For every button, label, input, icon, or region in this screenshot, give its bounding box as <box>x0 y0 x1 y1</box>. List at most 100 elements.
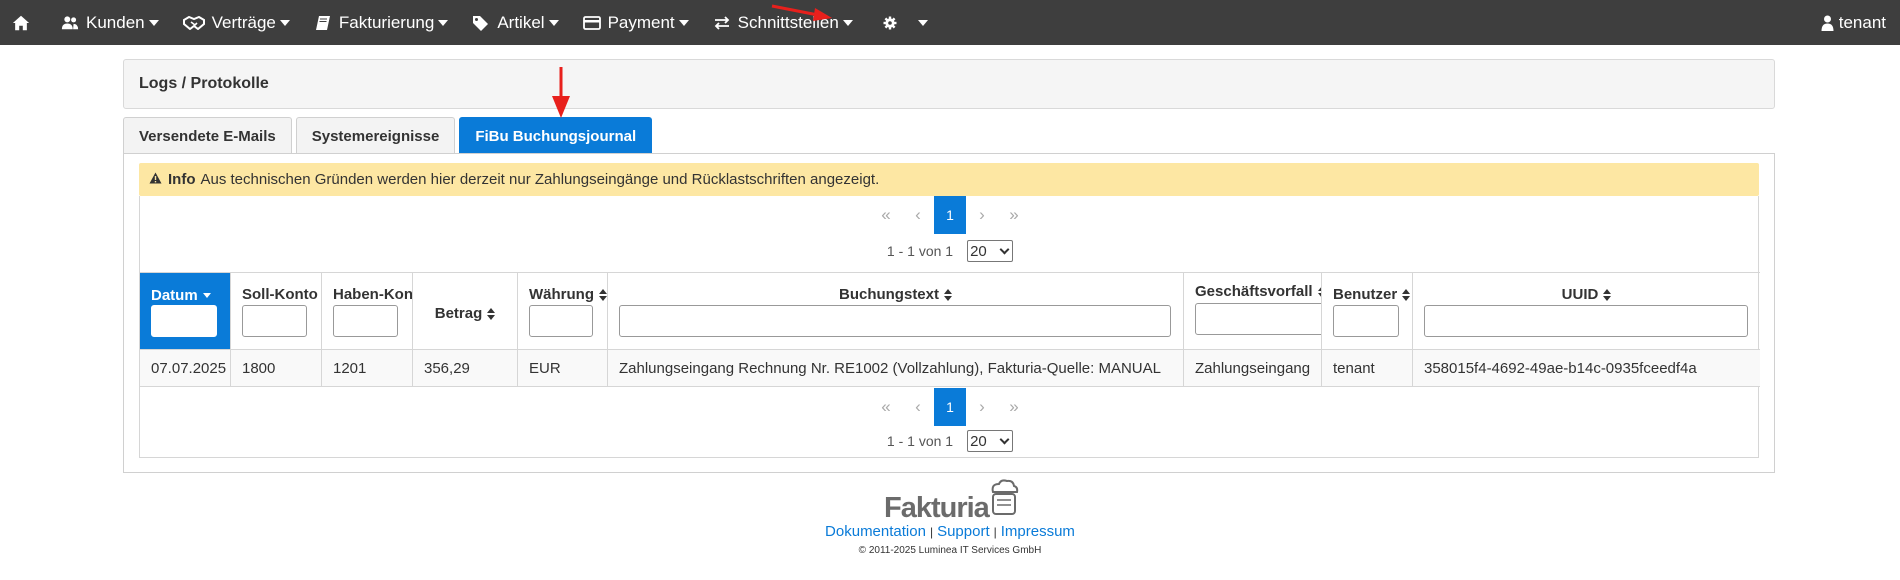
chevron-down-icon <box>279 19 290 26</box>
book-icon <box>314 14 332 32</box>
cell-geschaeftsvorfall: Zahlungseingang <box>1184 350 1322 386</box>
tags-icon <box>472 14 490 32</box>
nav-kunden[interactable]: Kunden <box>49 0 171 45</box>
exchange-icon <box>713 14 731 32</box>
nav-fakturierung[interactable]: Fakturierung <box>302 0 460 45</box>
nav-payment-label: Payment <box>607 12 675 32</box>
chevron-down-icon <box>842 19 853 26</box>
column-label-text: Buchungstext <box>838 286 939 303</box>
column-label-text: Betrag <box>434 305 483 322</box>
filter-input-benutzer[interactable] <box>1333 305 1399 337</box>
chevron-down-icon <box>917 19 928 26</box>
copyright: © 2011-2025 Luminea IT Services GmbH <box>858 545 1042 556</box>
chevron-down-icon <box>438 19 449 26</box>
column-header-datum[interactable]: Datum <box>140 273 231 349</box>
prev-page-icon[interactable]: ‹ <box>902 196 934 234</box>
cloud-icon <box>987 478 1019 521</box>
settings-menu[interactable] <box>865 0 940 45</box>
filter-input-geschaeftsvorfall[interactable] <box>1195 303 1321 335</box>
page-range-text: 1 - 1 von 1 <box>886 243 954 259</box>
nav-vertraege[interactable]: Verträge <box>171 0 302 45</box>
link-impressum[interactable]: Impressum <box>1001 523 1075 540</box>
nav-kunden-label: Kunden <box>86 12 145 32</box>
first-page-icon[interactable]: « <box>870 196 902 234</box>
table-header: Datum Soll-Konto Haben-Kon Betrag Währun… <box>140 272 1760 350</box>
page-button-current[interactable]: 1 <box>934 388 966 426</box>
cell-uuid: 358015f4-4692-49ae-b14c-0935fceedf4a <box>1424 359 1697 377</box>
column-label: Betrag <box>413 305 517 322</box>
gear-icon <box>881 14 899 32</box>
pagination-bottom: « ‹ 1 › » <box>140 388 1760 426</box>
column-header-geschaeftsvorfall[interactable]: Geschäftsvorfall <box>1184 273 1322 349</box>
tab-bar: Versendete E-Mails Systemereignisse FiBu… <box>123 117 656 154</box>
page-size-value: 20 <box>970 242 987 260</box>
sort-desc-icon <box>202 293 211 298</box>
column-label-text: Datum <box>151 287 198 304</box>
page-button-current[interactable]: 1 <box>934 196 966 234</box>
nav-schnittstellen-label: Schnittstellen <box>737 12 839 32</box>
column-header-uuid[interactable]: UUID <box>1413 273 1760 349</box>
nav-fakturierung-label: Fakturierung <box>338 12 435 32</box>
cell-soll-konto: 1800 <box>231 350 322 386</box>
sort-icon <box>599 288 607 301</box>
prev-page-icon[interactable]: ‹ <box>902 388 934 426</box>
filter-input-buchungstext[interactable] <box>619 305 1171 337</box>
home-button[interactable] <box>0 0 49 45</box>
page-title: Logs / Protokolle <box>123 59 1775 109</box>
next-page-icon[interactable]: › <box>966 196 998 234</box>
alert-title: Info <box>168 171 196 188</box>
nav-artikel-label: Artikel <box>497 12 545 32</box>
chevron-down-icon <box>999 434 1010 444</box>
fakturia-logo: Fakturia <box>884 478 1019 525</box>
warning-icon <box>149 171 162 188</box>
tab-versendete-emails[interactable]: Versendete E-Mails <box>123 117 292 154</box>
column-header-benutzer[interactable]: Benutzer <box>1322 273 1413 349</box>
cell-buchungstext: Zahlungseingang Rechnung Nr. RE1002 (Vol… <box>608 350 1184 386</box>
nav-schnittstellen[interactable]: Schnittstellen <box>701 0 865 45</box>
filter-input-haben-konto[interactable] <box>333 305 398 337</box>
pagination-info-bottom: 1 - 1 von 1 20 <box>140 429 1760 453</box>
filter-input-soll-konto[interactable] <box>242 305 307 337</box>
cell-datum: 07.07.2025 <box>140 350 231 386</box>
user-menu[interactable]: tenant <box>1821 0 1886 45</box>
link-dokumentation[interactable]: Dokumentation <box>825 523 926 540</box>
journal-table: Datum Soll-Konto Haben-Kon Betrag Währun… <box>140 272 1760 387</box>
column-label-text: Soll-Konto <box>242 286 318 303</box>
page-size-value: 20 <box>970 432 987 450</box>
column-label: Datum <box>151 287 211 304</box>
next-page-icon[interactable]: › <box>966 388 998 426</box>
pagination-top: « ‹ 1 › » <box>140 196 1760 234</box>
home-icon <box>12 14 30 32</box>
tab-fibu-buchungsjournal[interactable]: FiBu Buchungsjournal <box>459 117 653 154</box>
page-range-text: 1 - 1 von 1 <box>886 433 954 449</box>
nav-payment[interactable]: Payment <box>571 0 701 45</box>
pagination-info-top: 1 - 1 von 1 20 <box>140 239 1760 263</box>
sort-icon <box>1402 288 1411 301</box>
column-label-text: UUID <box>1561 286 1599 303</box>
footer-links: Dokumentation | Support | Impressum <box>825 523 1075 540</box>
column-header-soll-konto[interactable]: Soll-Konto <box>231 273 322 349</box>
page-size-select[interactable]: 20 <box>967 430 1014 452</box>
last-page-icon[interactable]: » <box>998 388 1030 426</box>
column-header-betrag[interactable]: Betrag <box>413 273 518 349</box>
logo-text: Fakturia <box>884 492 990 524</box>
link-support[interactable]: Support <box>937 523 990 540</box>
page-size-select[interactable]: 20 <box>967 240 1014 262</box>
column-header-waehrung[interactable]: Währung <box>518 273 608 349</box>
info-alert: Info Aus technischen Gründen werden hier… <box>139 163 1759 196</box>
nav-artikel[interactable]: Artikel <box>460 0 570 45</box>
first-page-icon[interactable]: « <box>870 388 902 426</box>
column-label-text: Haben-Kon <box>333 286 413 303</box>
tab-systemereignisse[interactable]: Systemereignisse <box>295 117 456 154</box>
column-header-buchungstext[interactable]: Buchungstext <box>608 273 1184 349</box>
filter-input-waehrung[interactable] <box>529 305 593 337</box>
filter-input-datum[interactable] <box>151 305 217 337</box>
filter-input-uuid[interactable] <box>1424 305 1748 337</box>
column-label: Währung <box>529 286 607 303</box>
last-page-icon[interactable]: » <box>998 196 1030 234</box>
table-row[interactable]: 07.07.2025 1800 1201 356,29 EUR Zahlungs… <box>140 350 1760 387</box>
column-header-haben-konto[interactable]: Haben-Kon <box>322 273 413 349</box>
column-label: Benutzer <box>1333 286 1411 303</box>
top-navbar: Kunden Verträge Fakturierung Artikel Pay… <box>0 0 1900 45</box>
sort-icon <box>1603 288 1612 301</box>
